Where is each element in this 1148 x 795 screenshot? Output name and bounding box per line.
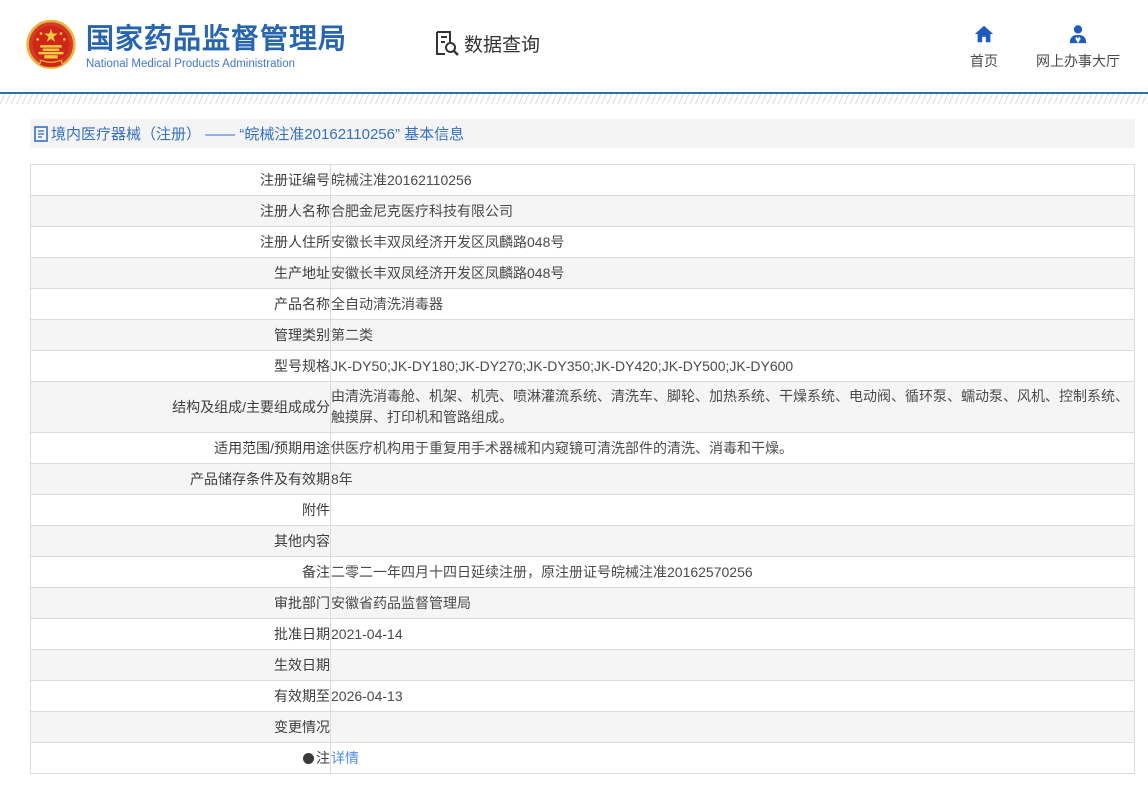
table-row: 产品储存条件及有效期8年 — [31, 464, 1135, 495]
row-label: 生产地址 — [31, 258, 331, 289]
row-value: 合肥金尼克医疗科技有限公司 — [331, 196, 1135, 227]
row-value: 安徽长丰双凤经济开发区凤麟路048号 — [331, 227, 1135, 258]
row-label: 注册人住所 — [31, 227, 331, 258]
table-row: 注册人名称合肥金尼克医疗科技有限公司 — [31, 196, 1135, 227]
site-header: 国家药品监督管理局 National Medical Products Admi… — [0, 0, 1148, 92]
data-query-entry[interactable]: 数据查询 — [432, 29, 540, 57]
detail-link[interactable]: 详情 — [331, 750, 359, 766]
row-label-text: 产品名称 — [274, 296, 330, 312]
table-row: 注册证编号皖械注准20162110256 — [31, 165, 1135, 196]
table-row: 生产地址安徽长丰双凤经济开发区凤麟路048号 — [31, 258, 1135, 289]
home-icon — [973, 23, 995, 45]
row-label: 批准日期 — [31, 619, 331, 650]
row-value: 安徽长丰双凤经济开发区凤麟路048号 — [331, 258, 1135, 289]
row-label: 有效期至 — [31, 681, 331, 712]
table-row: 有效期至2026-04-13 — [31, 681, 1135, 712]
row-label-text: 注册人住所 — [260, 234, 330, 250]
row-label: 附件 — [31, 495, 331, 526]
hatch-divider — [0, 94, 1148, 104]
table-row: 生效日期 — [31, 650, 1135, 681]
row-label: 注 — [31, 743, 331, 774]
row-value: 由清洗消毒舱、机架、机壳、喷淋灌流系统、清洗车、脚轮、加热系统、干燥系统、电动阀… — [331, 382, 1135, 433]
registration-info-table: 注册证编号皖械注准20162110256注册人名称合肥金尼克医疗科技有限公司注册… — [30, 164, 1135, 774]
table-row: 管理类别第二类 — [31, 320, 1135, 351]
row-value: 安徽省药品监督管理局 — [331, 588, 1135, 619]
row-label: 产品储存条件及有效期 — [31, 464, 331, 495]
table-row: 变更情况 — [31, 712, 1135, 743]
row-value: 8年 — [331, 464, 1135, 495]
row-label-text: 其他内容 — [274, 533, 330, 549]
table-row: 审批部门安徽省药品监督管理局 — [31, 588, 1135, 619]
nav-item-service-hall[interactable]: 网上办事大厅 — [1036, 23, 1120, 71]
row-label-text: 适用范围/预期用途 — [214, 440, 330, 456]
row-value: 2021-04-14 — [331, 619, 1135, 650]
row-label: 审批部门 — [31, 588, 331, 619]
row-label-text: 生产地址 — [274, 265, 330, 281]
table-row: 产品名称全自动清洗消毒器 — [31, 289, 1135, 320]
row-label: 备注 — [31, 557, 331, 588]
row-label-text: 结构及组成/主要组成成分 — [172, 399, 330, 415]
nav-item-home[interactable]: 首页 — [970, 23, 998, 71]
row-label-text: 批准日期 — [274, 626, 330, 642]
row-label: 变更情况 — [31, 712, 331, 743]
row-label: 注册证编号 — [31, 165, 331, 196]
national-emblem-icon — [26, 20, 76, 72]
row-value: JK-DY50;JK-DY180;JK-DY270;JK-DY350;JK-DY… — [331, 351, 1135, 382]
row-label-text: 有效期至 — [274, 688, 330, 704]
row-label-text: 附件 — [302, 502, 330, 518]
table-row: 批准日期2021-04-14 — [31, 619, 1135, 650]
table-row: 备注二零二一年四月十四日延续注册，原注册证号皖械注准20162570256 — [31, 557, 1135, 588]
table-row: 结构及组成/主要组成成分由清洗消毒舱、机架、机壳、喷淋灌流系统、清洗车、脚轮、加… — [31, 382, 1135, 433]
row-value: 皖械注准20162110256 — [331, 165, 1135, 196]
row-label: 结构及组成/主要组成成分 — [31, 382, 331, 433]
row-label-text: 注册人名称 — [260, 203, 330, 219]
row-label: 注册人名称 — [31, 196, 331, 227]
row-value: 二零二一年四月十四日延续注册，原注册证号皖械注准20162570256 — [331, 557, 1135, 588]
row-label: 生效日期 — [31, 650, 331, 681]
info-table-body: 注册证编号皖械注准20162110256注册人名称合肥金尼克医疗科技有限公司注册… — [31, 165, 1135, 774]
row-label-text: 型号规格 — [274, 358, 330, 374]
person-icon — [1067, 23, 1089, 45]
row-label-text: 管理类别 — [274, 327, 330, 343]
row-value: 全自动清洗消毒器 — [331, 289, 1135, 320]
table-row: 注册人住所安徽长丰双凤经济开发区凤麟路048号 — [31, 227, 1135, 258]
row-label-text: 变更情况 — [274, 719, 330, 735]
page-title-bar: 境内医疗器械（注册） —— “皖械注准20162110256” 基本信息 — [30, 119, 1135, 148]
row-label-text: 审批部门 — [274, 595, 330, 611]
row-label-text: 生效日期 — [274, 657, 330, 673]
table-row: 其他内容 — [31, 526, 1135, 557]
row-value — [331, 495, 1135, 526]
row-value — [331, 650, 1135, 681]
note-icon — [303, 753, 314, 764]
row-label-text: 注 — [316, 750, 330, 766]
nav-label: 网上办事大厅 — [1036, 51, 1120, 71]
document-icon — [34, 126, 48, 142]
table-row: 型号规格JK-DY50;JK-DY180;JK-DY270;JK-DY350;J… — [31, 351, 1135, 382]
row-value: 供医疗机构用于重复用手术器械和内窥镜可清洗部件的清洗、消毒和干燥。 — [331, 433, 1135, 464]
row-label: 产品名称 — [31, 289, 331, 320]
data-query-label: 数据查询 — [464, 30, 540, 57]
row-label: 其他内容 — [31, 526, 331, 557]
table-row: 注详情 — [31, 743, 1135, 774]
row-value — [331, 712, 1135, 743]
row-label-text: 产品储存条件及有效期 — [190, 471, 330, 487]
table-row: 附件 — [31, 495, 1135, 526]
nav-label: 首页 — [970, 51, 998, 71]
row-label: 管理类别 — [31, 320, 331, 351]
row-label: 型号规格 — [31, 351, 331, 382]
row-value: 第二类 — [331, 320, 1135, 351]
row-value: 详情 — [331, 743, 1135, 774]
row-label-text: 备注 — [302, 564, 330, 580]
document-search-icon — [432, 29, 460, 57]
top-nav: 首页 网上办事大厅 — [970, 23, 1120, 71]
site-subtitle: National Medical Products Administration — [86, 58, 347, 70]
row-value: 2026-04-13 — [331, 681, 1135, 712]
row-value — [331, 526, 1135, 557]
row-label-text: 注册证编号 — [260, 172, 330, 188]
table-row: 适用范围/预期用途供医疗机构用于重复用手术器械和内窥镜可清洗部件的清洗、消毒和干… — [31, 433, 1135, 464]
row-label: 适用范围/预期用途 — [31, 433, 331, 464]
page-title: 境内医疗器械（注册） —— “皖械注准20162110256” 基本信息 — [51, 123, 464, 144]
site-title: 国家药品监督管理局 — [86, 23, 347, 55]
brand-block: 国家药品监督管理局 National Medical Products Admi… — [86, 23, 347, 70]
